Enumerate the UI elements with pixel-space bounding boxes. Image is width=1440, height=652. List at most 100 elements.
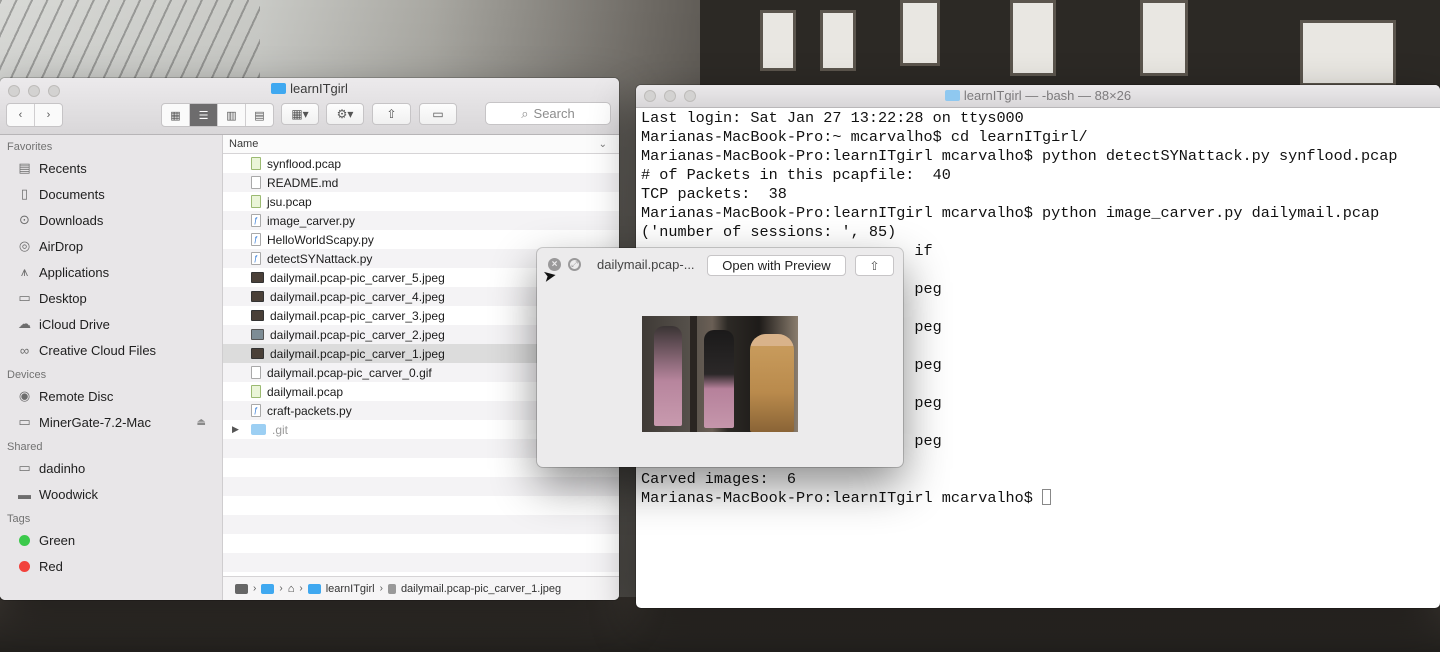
sidebar-item-recents[interactable]: ▤ Recents (0, 155, 222, 181)
image-file-icon (251, 291, 264, 302)
file-row[interactable]: ƒ HelloWorldScapy.py (223, 230, 619, 249)
users-folder-icon[interactable] (261, 583, 275, 594)
folder-icon (251, 424, 266, 435)
share-button[interactable]: ⇧ (372, 103, 411, 125)
terminal-cursor (1042, 489, 1052, 505)
file-name: dailymail.pcap-pic_carver_0.gif (267, 365, 432, 380)
file-icon: ƒ (251, 404, 261, 417)
name-column-header[interactable]: Name ⌄ (223, 135, 619, 154)
sidebar-item-airdrop[interactable]: ◎ AirDrop (0, 233, 222, 259)
wallpaper-window (900, 0, 940, 66)
image-file-icon (251, 310, 264, 321)
wallpaper-window (1010, 0, 1056, 76)
downloads-icon: ⊙ (19, 212, 30, 227)
sidebar-item-red[interactable]: Red (0, 553, 222, 579)
cloud-icon: ☁ (18, 316, 31, 331)
zoom-button[interactable] (684, 90, 696, 102)
server-icon: ▬ (18, 486, 31, 502)
quicklook-title: dailymail.pcap-... (597, 257, 695, 272)
minimize-button[interactable] (664, 90, 676, 102)
file-row[interactable]: ƒ image_carver.py (223, 211, 619, 230)
wallpaper-window (1140, 0, 1188, 76)
empty-row (223, 534, 619, 553)
view-mode-selector: ▦ ☰ ▥ ▤ (161, 103, 274, 127)
sidebar-item-creative-cloud-files[interactable]: ∞ Creative Cloud Files (0, 337, 222, 363)
sidebar-item-minergate-7-2-mac[interactable]: ▭ MinerGate-7.2-Mac ⏏ (0, 409, 222, 435)
nav-buttons: ‹ › (6, 103, 63, 127)
list-view-button[interactable]: ☰ (190, 104, 218, 126)
share-button[interactable]: ⇧ (855, 255, 894, 276)
group-by-button[interactable]: ▦▾ (281, 103, 319, 125)
tags-header: Tags (7, 513, 31, 525)
sidebar-item-desktop[interactable]: ▭ Desktop (0, 285, 222, 311)
finder-sidebar: Favorites ▤ Recents ▯ Documents ⊙ Downloads ◎ Ai… (0, 135, 223, 600)
file-icon (251, 385, 261, 398)
image-file-icon (251, 272, 264, 283)
sidebar-item-label: iCloud Drive (39, 316, 110, 332)
empty-row (223, 477, 619, 496)
sidebar-item-downloads[interactable]: ⊙ Downloads (0, 207, 222, 233)
window-controls (644, 90, 696, 102)
search-icon: ⌕ (521, 105, 529, 121)
terminal-line: Marianas-MacBook-Pro:learnITgirl mcarval… (641, 147, 1398, 165)
terminal-line: Marianas-MacBook-Pro:~ mcarvalho$ cd lea… (641, 128, 1088, 146)
hard-drive-icon[interactable] (235, 583, 248, 594)
terminal-line: Marianas-MacBook-Pro:learnITgirl mcarval… (641, 204, 1380, 222)
search-field[interactable]: ⌕ Search (485, 102, 611, 125)
file-row[interactable]: synflood.pcap (223, 154, 619, 173)
drive-icon: ▭ (18, 414, 31, 429)
file-icon (251, 157, 261, 170)
file-name: dailymail.pcap-pic_carver_2.jpeg (270, 327, 445, 342)
desktop-icon: ▭ (18, 290, 31, 305)
sidebar-item-green[interactable]: Green (0, 527, 222, 553)
recents-icon: ▤ (18, 160, 31, 175)
wallpaper-window (820, 10, 856, 71)
path-file[interactable]: dailymail.pcap-pic_carver_1.jpeg (401, 583, 561, 595)
file-icon: ƒ (251, 214, 261, 227)
sidebar-item-label: Documents (39, 186, 105, 202)
file-icon: ƒ (251, 233, 261, 246)
action-gear-button[interactable]: ⚙▾ (326, 103, 364, 125)
sidebar-item-woodwick[interactable]: ▬ Woodwick (0, 481, 222, 507)
gallery-view-button[interactable]: ▤ (246, 104, 273, 126)
terminal-titlebar: learnITgirl — -bash — 88×26 (636, 85, 1440, 108)
sidebar-item-documents[interactable]: ▯ Documents (0, 181, 222, 207)
icon-view-button[interactable]: ▦ (162, 104, 190, 126)
path-bar: › › ⌂ › learnITgirl › dailymail.pcap-pic_c… (223, 576, 619, 600)
file-row[interactable]: jsu.pcap (223, 192, 619, 211)
eject-icon[interactable]: ⏏ (197, 417, 206, 428)
file-name: README.md (267, 175, 339, 190)
terminal-line: Carved images: 6 (641, 470, 796, 488)
file-row[interactable]: README.md (223, 173, 619, 192)
file-name: dailymail.pcap (267, 384, 344, 399)
fullscreen-icon[interactable]: ⤢ (568, 258, 581, 271)
column-view-button[interactable]: ▥ (218, 104, 246, 126)
airdrop-icon: ◎ (18, 238, 31, 253)
folder-icon (307, 583, 321, 594)
home-icon[interactable]: ⌂ (288, 583, 295, 595)
open-with-preview-button[interactable]: Open with Preview (707, 255, 846, 276)
back-button[interactable]: ‹ (7, 104, 35, 126)
forward-button[interactable]: › (35, 104, 62, 126)
terminal-line: Marianas-MacBook-Pro:learnITgirl mcarval… (641, 489, 1432, 508)
sidebar-item-icloud-drive[interactable]: ☁ iCloud Drive (0, 311, 222, 337)
sidebar-item-applications[interactable]: ⩚ Applications (0, 259, 222, 285)
folder-icon (271, 83, 287, 94)
close-button[interactable] (644, 90, 656, 102)
terminal-line: ('number of sessions: ', 85) (641, 223, 897, 241)
file-icon (387, 583, 396, 594)
finder-toolbar: learnITgirl ‹ › ▦ ☰ ▥ ▤ ▦▾ ⚙▾ ⇧ ▭ ⌕ Searc… (0, 78, 619, 135)
sidebar-item-dadinho[interactable]: ▭ dadinho (0, 455, 222, 481)
tags-button[interactable]: ▭ (419, 103, 457, 125)
sidebar-item-label: Creative Cloud Files (39, 342, 157, 358)
sidebar-item-label: Applications (39, 264, 110, 280)
sidebar-item-remote-disc[interactable]: ◉ Remote Disc (0, 383, 222, 409)
disclosure-triangle-icon[interactable]: ▶ (232, 424, 239, 435)
favorites-header: Favorites (7, 141, 53, 153)
empty-row (223, 496, 619, 515)
file-name: dailymail.pcap-pic_carver_3.jpeg (270, 308, 445, 323)
path-folder[interactable]: learnITgirl (326, 583, 375, 595)
file-icon (251, 195, 261, 208)
file-icon: ƒ (251, 252, 261, 265)
applications-icon: ⩚ (20, 264, 29, 279)
